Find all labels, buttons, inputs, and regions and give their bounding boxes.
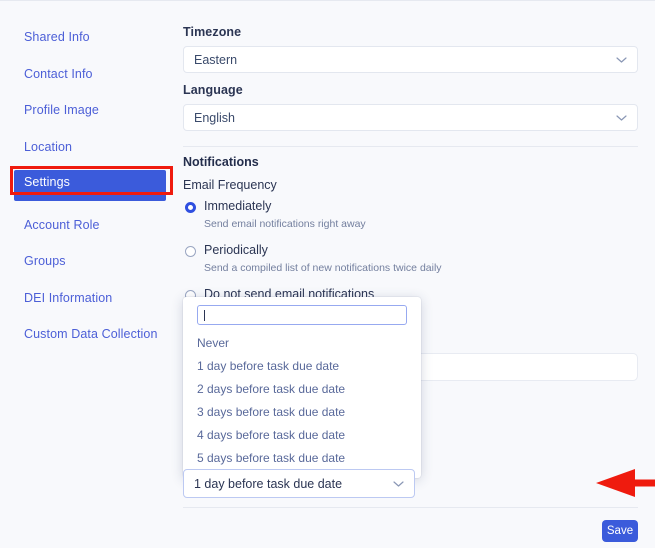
dropdown-search-field[interactable] — [197, 305, 407, 325]
dropdown-option-2-days[interactable]: 2 days before task due date — [183, 377, 421, 400]
radio-option-immediately[interactable]: Immediately Send email notifications rig… — [185, 200, 366, 230]
language-select[interactable]: English — [183, 104, 638, 131]
arrow-annotation — [596, 469, 655, 497]
dropdown-search-input[interactable] — [205, 309, 400, 321]
dropdown-option-4-days[interactable]: 4 days before task due date — [183, 423, 421, 446]
sidebar-item-settings-wrapper: Settings — [0, 166, 180, 201]
timezone-value: Eastern — [194, 52, 238, 67]
radio-periodically-description: Send a compiled list of new notification… — [204, 262, 442, 274]
section-divider — [183, 146, 638, 147]
settings-page: Shared Info Contact Info Profile Image L… — [0, 0, 655, 547]
notifications-heading: Notifications — [183, 155, 259, 169]
settings-form: Timezone Eastern Language English Notifi… — [183, 2, 655, 547]
save-button[interactable]: Save — [602, 520, 638, 542]
chevron-down-icon — [616, 56, 627, 63]
sidebar-item-dei-information[interactable]: DEI Information — [0, 285, 180, 311]
sidebar-item-profile-image[interactable]: Profile Image — [0, 97, 180, 123]
due-date-select[interactable]: 1 day before task due date — [183, 469, 415, 498]
sidebar-item-shared-info[interactable]: Shared Info — [0, 24, 180, 50]
dropdown-option-1-day[interactable]: 1 day before task due date — [183, 354, 421, 377]
chevron-down-icon — [616, 114, 627, 121]
radio-periodically-title: Periodically — [204, 243, 268, 257]
dropdown-option-5-days[interactable]: 5 days before task due date — [183, 446, 421, 469]
timezone-label: Timezone — [183, 25, 242, 39]
radio-immediately-title: Immediately — [204, 199, 272, 213]
timezone-select[interactable]: Eastern — [183, 46, 638, 73]
radio-periodically-input[interactable] — [185, 246, 196, 257]
radio-option-periodically[interactable]: Periodically Send a compiled list of new… — [185, 244, 442, 274]
timezone-field: Timezone Eastern — [183, 25, 638, 73]
language-value: English — [194, 110, 235, 125]
sidebar-item-settings[interactable]: Settings — [14, 170, 166, 201]
chevron-down-icon — [393, 480, 404, 487]
sidebar-item-account-role[interactable]: Account Role — [0, 212, 180, 238]
radio-immediately-input[interactable] — [185, 202, 196, 213]
due-date-value: 1 day before task due date — [194, 476, 343, 491]
radio-immediately-description: Send email notifications right away — [204, 218, 366, 230]
sidebar-item-location[interactable]: Location — [0, 134, 180, 160]
sidebar-item-contact-info[interactable]: Contact Info — [0, 61, 180, 87]
email-frequency-label: Email Frequency — [183, 178, 277, 192]
language-field: Language English — [183, 83, 638, 131]
sidebar-item-groups[interactable]: Groups — [0, 248, 180, 274]
dropdown-option-never[interactable]: Never — [183, 331, 421, 354]
dropdown-option-3-days[interactable]: 3 days before task due date — [183, 400, 421, 423]
footer-divider — [183, 507, 638, 508]
sidebar-nav: Shared Info Contact Info Profile Image L… — [0, 2, 180, 548]
language-label: Language — [183, 83, 243, 97]
sidebar-item-custom-data-collection[interactable]: Custom Data Collection — [0, 321, 180, 347]
due-date-dropdown-menu: Never 1 day before task due date 2 days … — [183, 297, 421, 478]
